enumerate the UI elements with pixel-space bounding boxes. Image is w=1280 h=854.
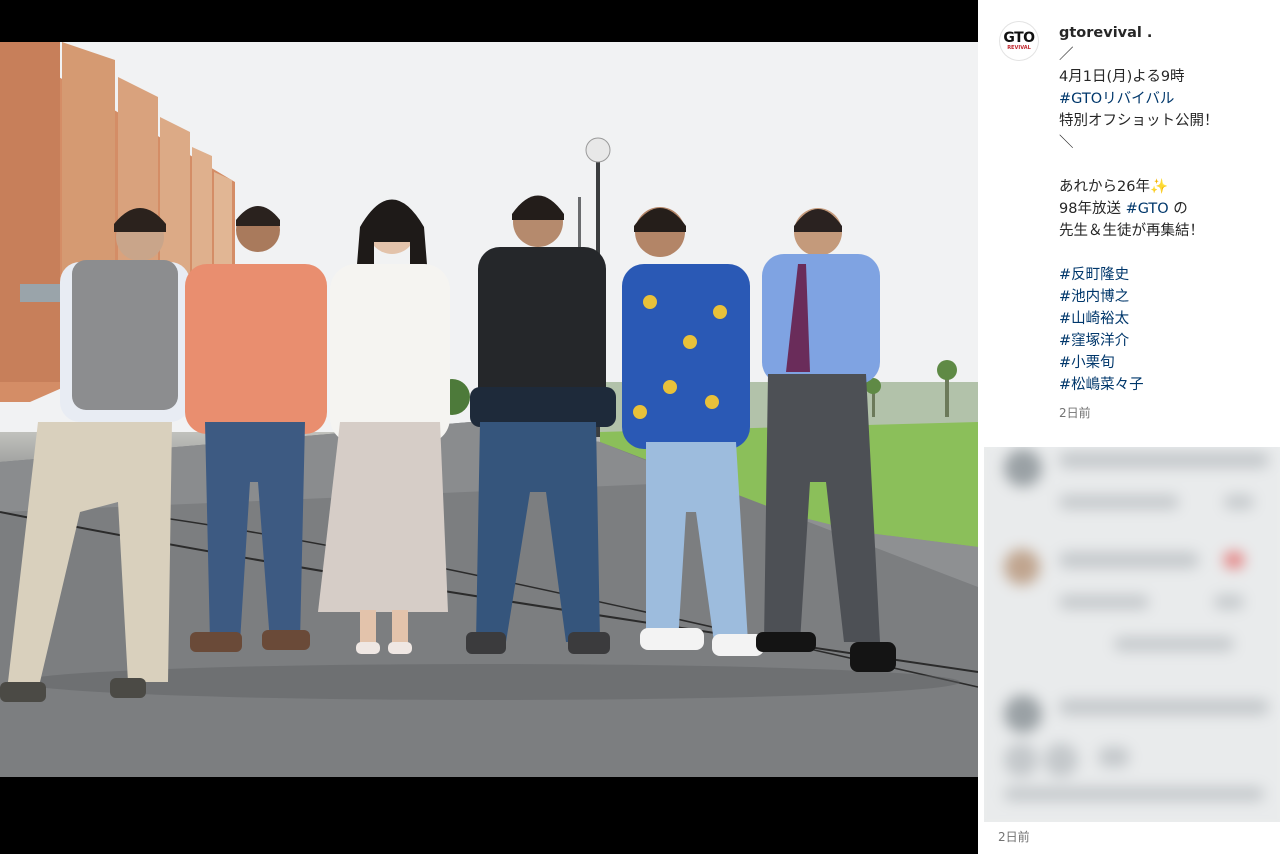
hashtag-cast-1[interactable]: #反町隆史 [1059,267,1129,283]
caption-line-announce: 特別オフショット公開！ [1059,113,1219,129]
post-photo[interactable] [0,42,978,777]
hashtag-gto[interactable]: #GTO [1126,201,1169,217]
caption-line-reunion: 先生＆生徒が再集結！ [1059,223,1204,239]
sparkle-icon: ✨ [1149,179,1169,195]
username-link[interactable]: gtorevival . [1059,25,1152,41]
hashtag-cast-5[interactable]: #小栗旬 [1059,355,1115,371]
caption-broadcast-post: の [1168,201,1188,217]
hashtag-cast-3[interactable]: #山崎裕太 [1059,311,1129,327]
group-photo-illustration [0,42,978,777]
caption-line-slash: ／ [1059,47,1074,63]
hashtag-cast-2[interactable]: #池内博之 [1059,289,1129,305]
account-avatar[interactable]: GTO REVIVAL [1000,22,1038,60]
hashtag-cast-4[interactable]: #窪塚洋介 [1059,333,1129,349]
hashtag-gto-revival[interactable]: #GTOリバイバル [1059,91,1174,107]
post-timestamp: 2日前 [1059,406,1091,420]
hashtag-cast-6[interactable]: #松嶋菜々子 [1059,377,1144,393]
caption-line-years: あれから26年 [1059,179,1150,195]
avatar-logo-text: GTO [1003,29,1035,46]
avatar-logo-subtext: REVIVAL [1007,44,1031,51]
post-caption: gtorevival . ／ 4月1日(月)よる9時 #GTOリバイバル 特別オ… [1059,22,1269,424]
blurred-comments [984,447,1280,822]
caption-line-date: 4月1日(月)よる9時 [1059,69,1185,85]
caption-line-close: ＼ [1059,135,1074,151]
instagram-post-viewer: GTO REVIVAL gtorevival . ／ 4月1日(月)よる9時 #… [0,0,1280,854]
comments-blur-layer [984,447,1280,822]
post-media [0,0,978,854]
caption-panel: GTO REVIVAL gtorevival . ／ 4月1日(月)よる9時 #… [978,0,1280,854]
caption-broadcast-pre: 98年放送 [1059,201,1126,217]
footer-timestamp: 2日前 [998,830,1030,844]
